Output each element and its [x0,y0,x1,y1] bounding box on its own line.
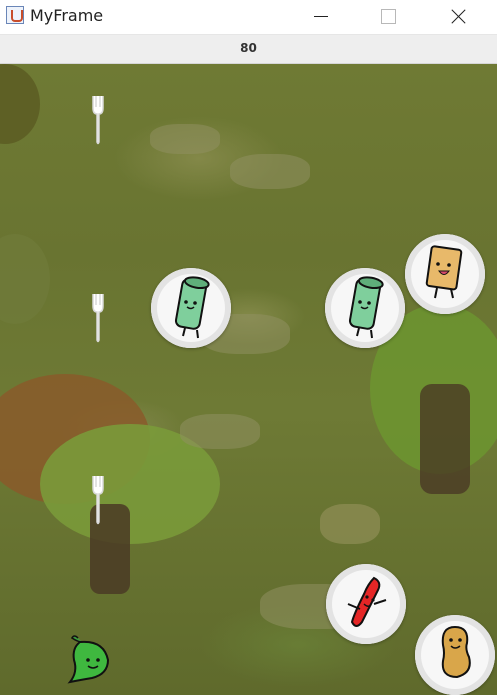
close-icon[interactable] [435,0,481,34]
window-title: MyFrame [30,6,104,25]
sushi-roll-icon [174,276,210,339]
stone-decoration [320,504,380,544]
sushi-roll-icon [348,276,384,339]
stone-decoration [150,124,220,154]
right-trunk-decoration [420,384,470,494]
plate-green-sushi-roll [325,268,405,348]
plate-toast-slice [405,234,485,314]
green-pepper-player[interactable] [64,632,116,684]
window-titlebar: MyFrame [0,0,497,35]
maximize-icon[interactable] [365,0,411,34]
score-bar: 80 [0,35,497,64]
fork-icon [92,294,104,343]
flower-bush-decoration [0,234,50,324]
toast-icon [425,245,463,299]
fork-icon [92,96,104,145]
plate-peanut [415,615,495,695]
java-coffee-icon [6,6,24,24]
plate-green-sushi-roll [151,268,231,348]
chili-icon [347,576,387,627]
peanut-icon [441,625,471,679]
plate-red-chili [326,564,406,644]
minimize-icon[interactable] [297,0,343,34]
bush-decoration [0,64,40,144]
game-canvas[interactable] [0,64,497,695]
stone-decoration [180,414,260,449]
stone-decoration [230,154,310,189]
fork-icon [92,476,104,525]
score-label: 80 [240,41,257,55]
